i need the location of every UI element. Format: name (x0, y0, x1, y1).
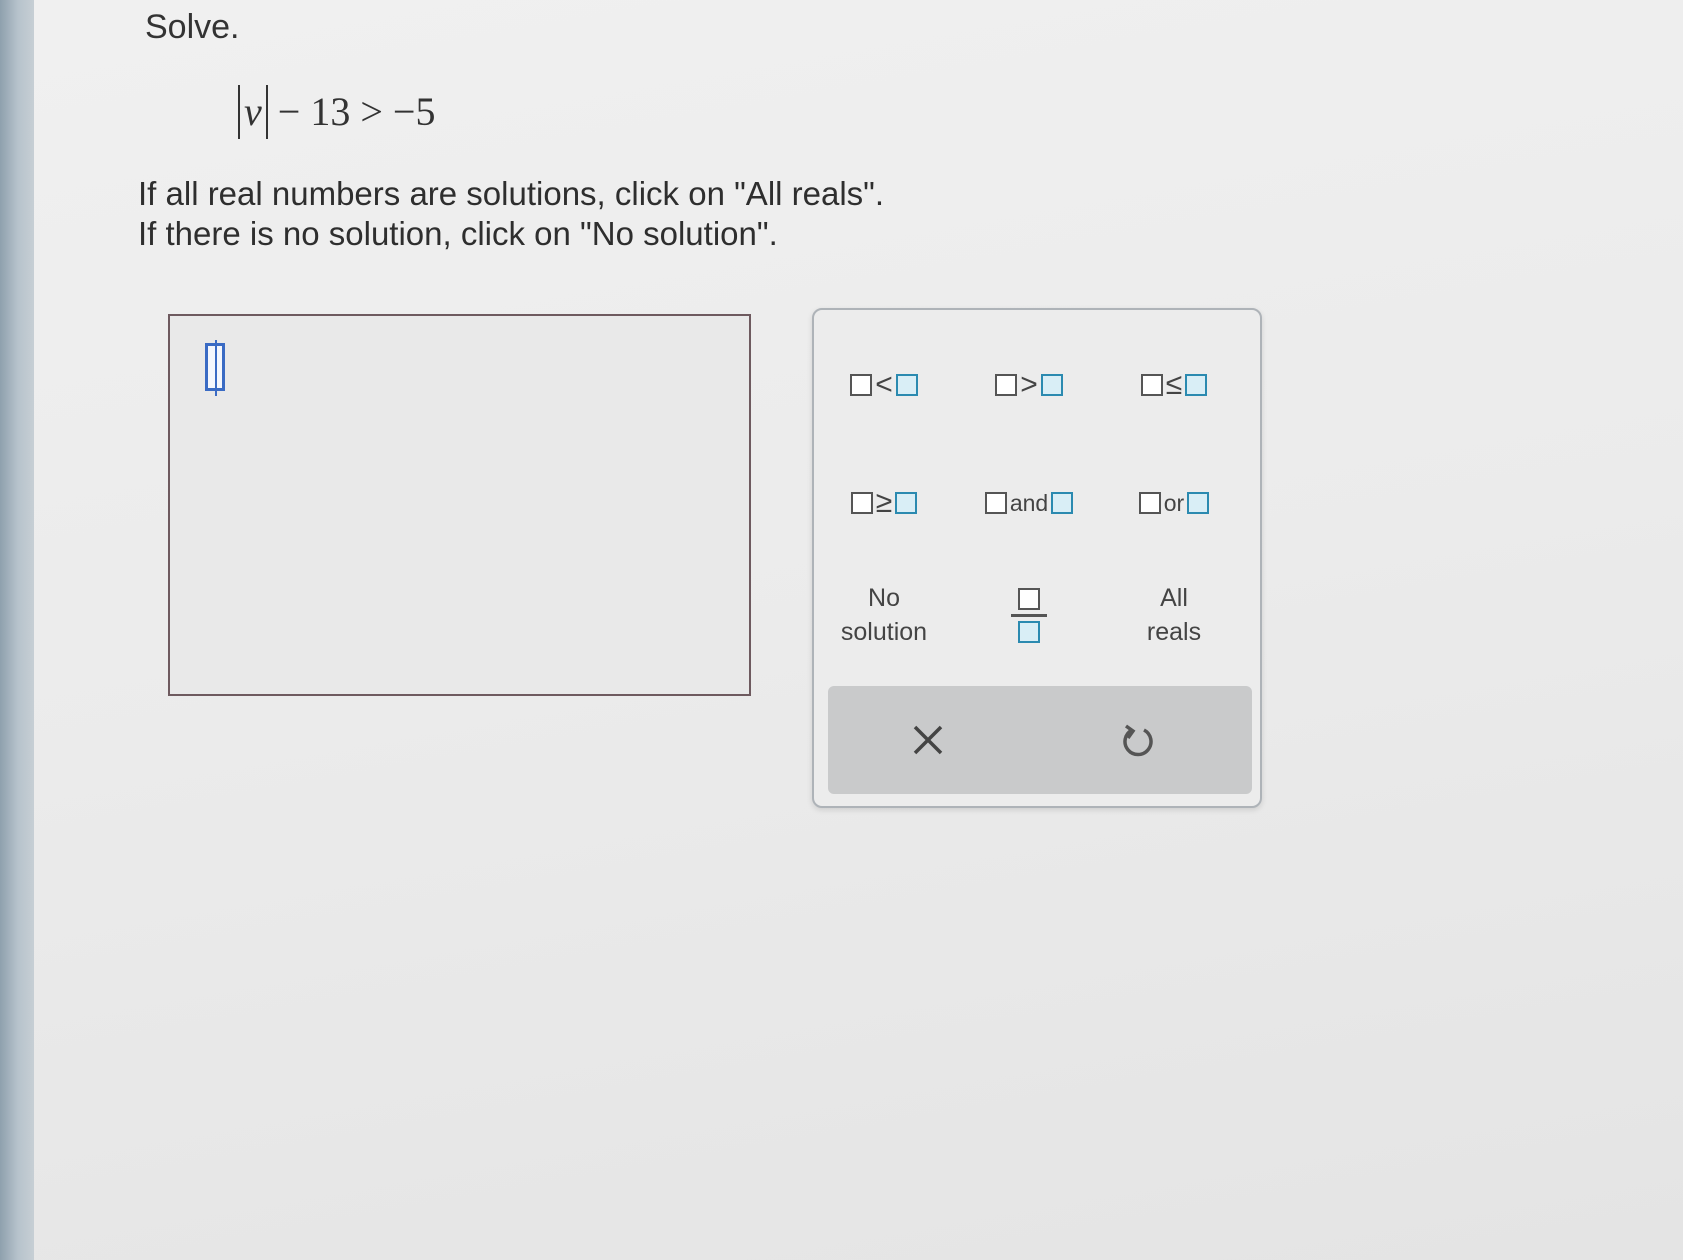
less-equal-button[interactable]: ≤ (1104, 340, 1244, 430)
less-than-button[interactable]: < (814, 340, 954, 430)
prompt-text: Solve. (145, 8, 240, 46)
keypad-footer (828, 686, 1252, 794)
clear-button[interactable] (868, 704, 988, 776)
box-icon (895, 492, 918, 514)
box-icon (995, 374, 1018, 396)
abs-bar-right (265, 85, 268, 139)
box-icon (850, 492, 873, 514)
equation-variable: v (244, 89, 262, 134)
instruction-all-reals: If all real numbers are solutions, click… (138, 175, 885, 212)
box-icon (984, 492, 1007, 514)
undo-button[interactable] (1078, 704, 1198, 776)
box-icon (1040, 374, 1063, 396)
answer-cursor[interactable] (205, 340, 225, 396)
equation-rest: − 13 > −5 (277, 89, 436, 134)
or-button[interactable]: or (1104, 458, 1244, 548)
answer-input[interactable] (168, 314, 751, 696)
undo-icon (1123, 724, 1153, 757)
box-icon (1187, 492, 1210, 514)
fraction-button[interactable] (959, 570, 1099, 660)
box-icon (1138, 492, 1161, 514)
box-icon (850, 374, 873, 396)
greater-equal-button[interactable]: ≥ (814, 458, 954, 548)
no-solution-button[interactable]: No solution (814, 570, 954, 660)
equation: v − 13 > −5 (238, 85, 435, 139)
box-icon (895, 374, 918, 396)
fraction-icon (1011, 587, 1047, 643)
and-button[interactable]: and (959, 458, 1099, 548)
close-icon (913, 725, 943, 755)
keypad: < > ≤ ≥ and or No solution All reals (812, 308, 1262, 808)
box-icon (1185, 374, 1208, 396)
greater-than-button[interactable]: > (959, 340, 1099, 430)
box-icon (1051, 492, 1074, 514)
instruction-no-solution: If there is no solution, click on "No so… (138, 215, 778, 252)
box-icon (1140, 374, 1163, 396)
all-reals-button[interactable]: All reals (1104, 570, 1244, 660)
